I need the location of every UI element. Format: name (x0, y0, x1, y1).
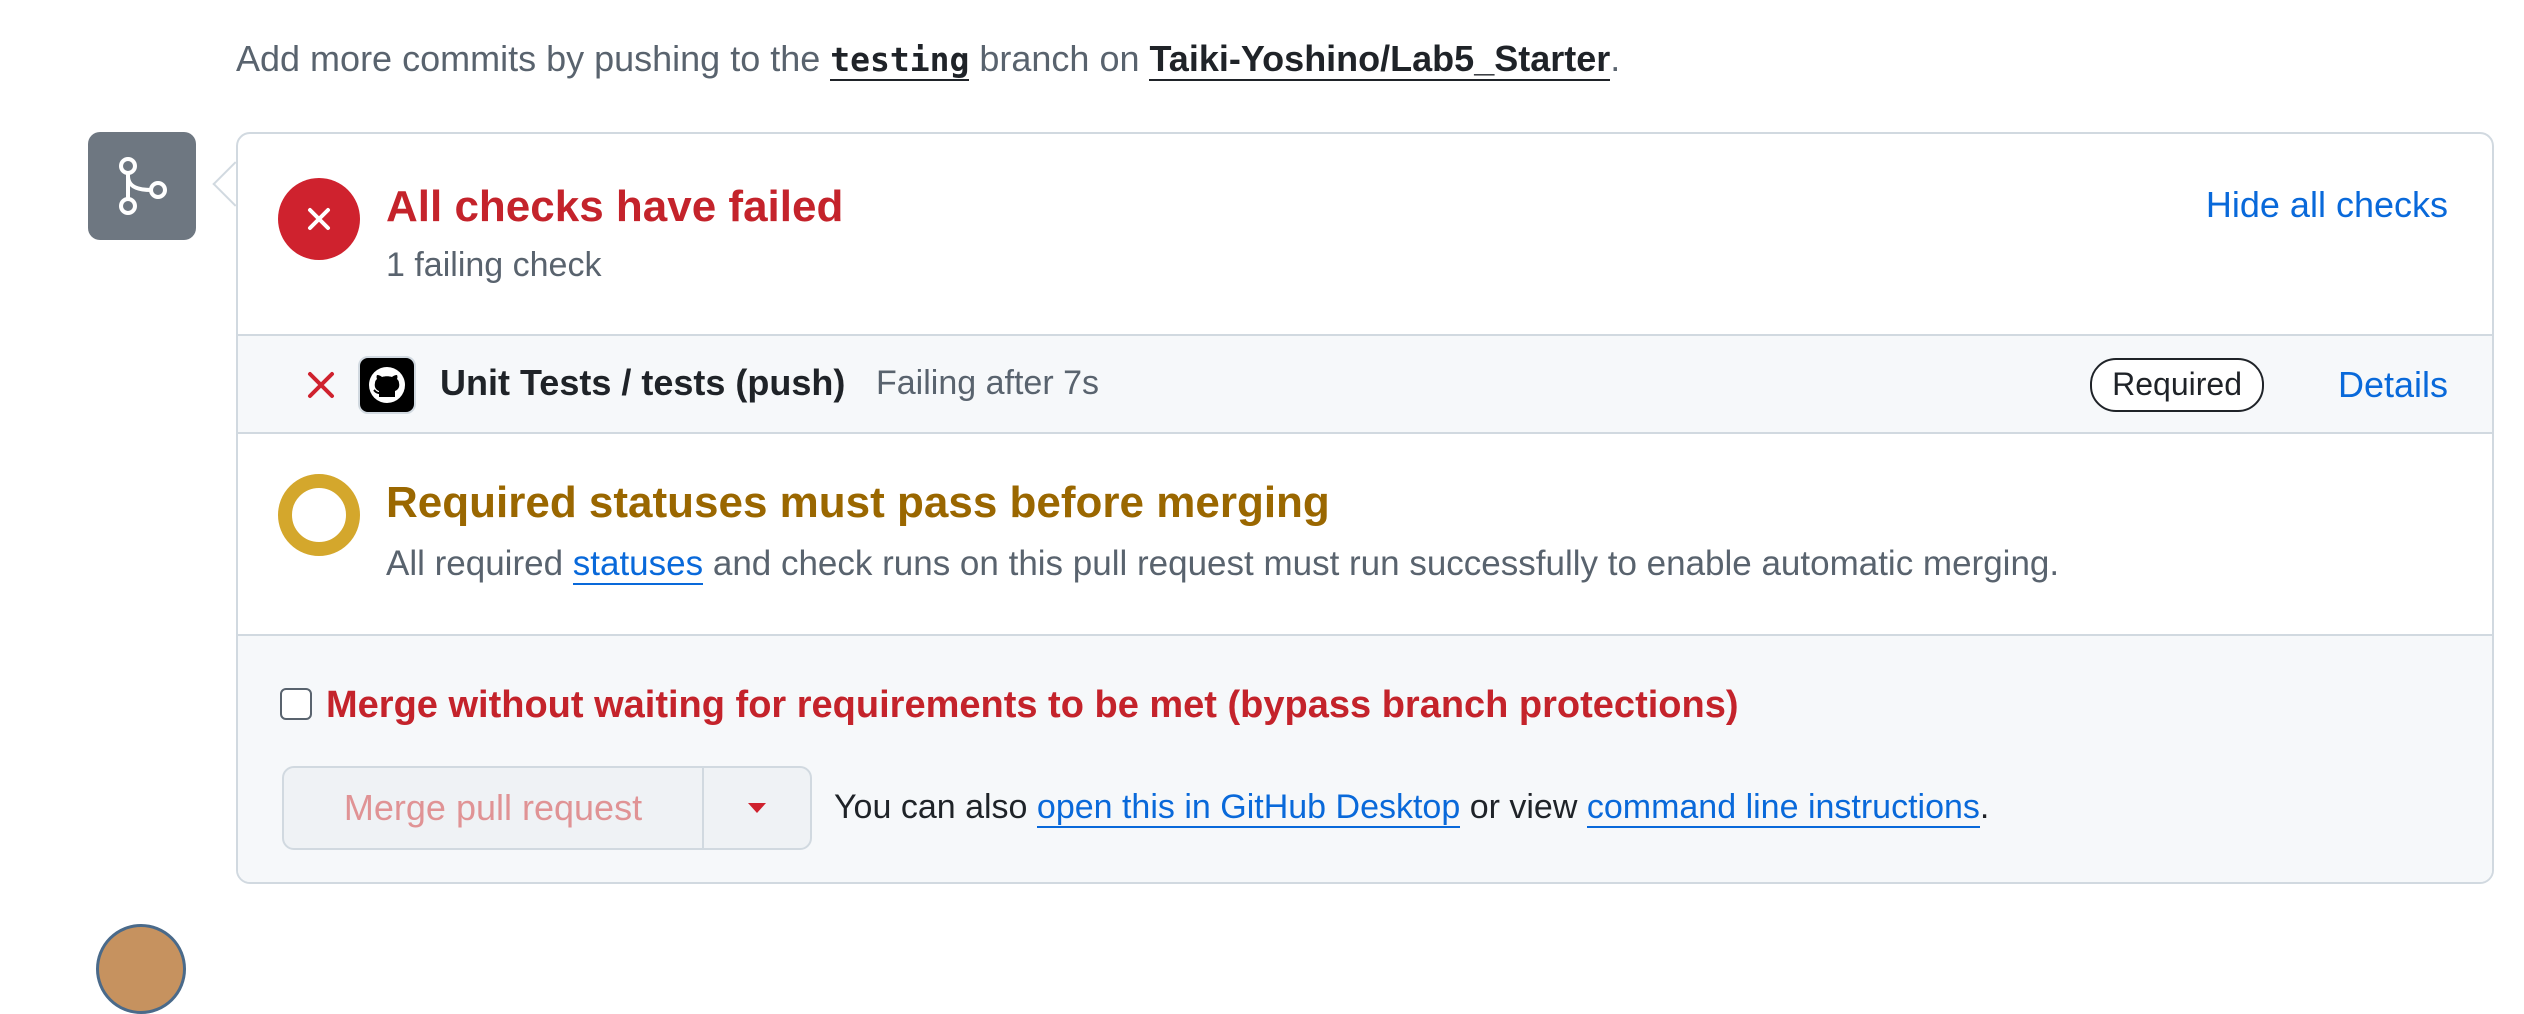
bypass-label[interactable]: Merge without waiting for requirements t… (326, 684, 1739, 727)
dot-ring-icon (278, 474, 360, 556)
checks-summary: All checks have failed 1 failing check H… (238, 134, 2492, 334)
github-mark-icon (358, 356, 416, 414)
github-desktop-link[interactable]: open this in GitHub Desktop (1036, 788, 1461, 828)
requirement-desc-prefix: All required (386, 544, 573, 583)
push-hint-suffix: . (1610, 38, 1621, 79)
bypass-checkbox[interactable] (280, 688, 312, 720)
requirement-description: All required statuses and check runs on … (386, 544, 2060, 585)
x-circle-fill-icon (278, 178, 360, 260)
also-middle: or view (1460, 788, 1587, 826)
branch-name: testing (830, 40, 970, 81)
x-icon (302, 366, 340, 404)
check-row: Unit Tests / tests (push) Failing after … (238, 334, 2492, 434)
git-branch-icon (119, 157, 167, 215)
alternative-merge-hint: You can also open this in GitHub Desktop… (834, 788, 1990, 828)
merge-section: Merge without waiting for requirements t… (238, 634, 2492, 882)
requirement-title: Required statuses must pass before mergi… (386, 478, 1330, 527)
check-name: Unit Tests / tests (push) (440, 362, 846, 403)
merge-button-group: Merge pull request (282, 766, 812, 850)
requirement-desc-suffix: and check runs on this pull request must… (703, 544, 2060, 583)
command-line-link[interactable]: command line instructions (1586, 788, 1980, 828)
push-hint-prefix: Add more commits by pushing to the (236, 38, 831, 79)
details-link[interactable]: Details (2338, 364, 2448, 406)
requirement-status: Required statuses must pass before mergi… (238, 434, 2492, 634)
push-hint-middle: branch on (969, 38, 1150, 79)
check-status: Failing after 7s (876, 364, 1099, 402)
push-hint: Add more commits by pushing to the testi… (236, 38, 1621, 81)
also-suffix: . (1979, 788, 1990, 826)
avatar[interactable] (96, 924, 186, 1014)
required-badge: Required (2090, 358, 2264, 412)
merge-box: All checks have failed 1 failing check H… (236, 132, 2494, 884)
triangle-down-icon (748, 803, 766, 813)
statuses-link[interactable]: statuses (572, 544, 704, 585)
hide-all-checks-link[interactable]: Hide all checks (2206, 184, 2448, 226)
branch-badge (88, 132, 196, 240)
checks-subtitle: 1 failing check (386, 246, 602, 284)
merge-options-button[interactable] (704, 768, 810, 848)
also-prefix: You can also (834, 788, 1037, 826)
repo-link[interactable]: Taiki-Yoshino/Lab5_Starter (1149, 38, 1611, 81)
merge-pull-request-button[interactable]: Merge pull request (284, 768, 704, 848)
checks-title: All checks have failed (386, 182, 844, 231)
